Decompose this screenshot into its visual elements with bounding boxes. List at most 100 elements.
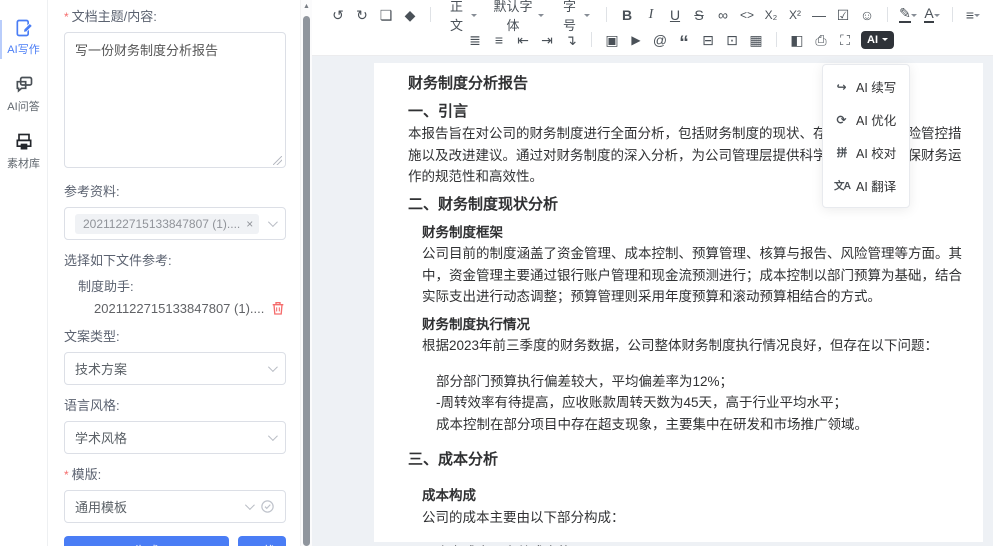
- italic-button[interactable]: I: [640, 4, 662, 26]
- superscript-icon: X²: [789, 5, 801, 25]
- line-break-button[interactable]: ↴: [560, 29, 582, 51]
- rail-item-ai-qa[interactable]: AI问答: [0, 75, 48, 114]
- check-circle-icon: [260, 499, 275, 514]
- highlight-color-button[interactable]: ✎: [897, 4, 919, 26]
- panel-scrollbar[interactable]: ▲: [300, 0, 312, 546]
- video-button[interactable]: ▶: [625, 29, 647, 51]
- redo-icon: ↻: [356, 5, 368, 25]
- printer-icon: ⎙: [815, 30, 826, 50]
- toolbar-divider: [606, 7, 607, 22]
- emoji-button[interactable]: ☺: [856, 4, 878, 26]
- underline-button[interactable]: U: [664, 4, 686, 26]
- table-button[interactable]: ▦: [745, 29, 767, 51]
- underline-icon: U: [670, 5, 680, 25]
- ai-writing-form: *文档主题/内容: 写一份财务制度分析报告 参考资料: 202112271513…: [48, 0, 300, 546]
- menu-item-ai-proofread[interactable]: 拼AI 校对: [823, 136, 909, 169]
- redo-button[interactable]: ↻: [351, 4, 373, 26]
- paragraph-style-select-value: 正文: [447, 0, 466, 34]
- topic-textarea[interactable]: 写一份财务制度分析报告: [64, 32, 286, 168]
- ai-tools-button[interactable]: AI: [861, 31, 894, 49]
- scrollbar-thumb[interactable]: [303, 16, 310, 546]
- doc-heading: 三、成本分析: [408, 449, 963, 471]
- rail-item-label: AI写作: [7, 41, 39, 57]
- outdent-icon: ⇤: [517, 30, 529, 50]
- menu-item-label: AI 翻译: [856, 176, 896, 195]
- required-mark: *: [64, 468, 69, 482]
- bold-button[interactable]: B: [616, 4, 638, 26]
- paragraph-style-select[interactable]: 正文: [439, 4, 485, 26]
- scroll-up-arrow-icon[interactable]: ▲: [301, 0, 312, 14]
- quote-button[interactable]: “: [673, 29, 695, 51]
- font-color-button[interactable]: A: [921, 4, 943, 26]
- highlight-pen-icon: ✎: [899, 6, 911, 23]
- template-select[interactable]: 通用模板: [64, 490, 286, 523]
- doc-paragraph: 部分部门预算执行偏差较大，平均偏差率为12%；: [408, 371, 963, 393]
- trash-icon[interactable]: [270, 300, 286, 316]
- code-button[interactable]: <>: [736, 4, 758, 26]
- download-button[interactable]: 下载: [238, 536, 286, 546]
- editor-canvas: 财务制度分析报告一、引言本报告旨在对公司的财务制度进行全面分析，包括财务制度的现…: [312, 56, 993, 546]
- bullet-list-button[interactable]: ≣: [464, 29, 486, 51]
- link-button[interactable]: ∞: [712, 4, 734, 26]
- attachment-button[interactable]: @: [649, 29, 671, 51]
- file-hint-label: 选择如下文件参考:: [64, 250, 286, 269]
- reference-file-row: 2021122715133847807 (1)....: [94, 300, 286, 316]
- chevron-down-icon: [268, 431, 278, 441]
- chevron-down-icon: [268, 362, 278, 372]
- clear-format-button[interactable]: ◆: [399, 4, 421, 26]
- caret-down-icon: [471, 14, 477, 20]
- app-window: AI写作 AI问答素材库 *文档主题/内容: 写一份财务制度分析报告 参考资料: …: [0, 0, 993, 546]
- menu-item-ai-optimize[interactable]: ⟳AI 优化: [823, 103, 909, 136]
- rail-item-ai-writing[interactable]: AI写作: [0, 18, 48, 57]
- quote-icon: “: [679, 39, 689, 49]
- caret-down-icon: [882, 38, 888, 44]
- caret-down-icon: [538, 14, 544, 20]
- horizontal-rule-button[interactable]: —: [808, 4, 830, 26]
- font-size-select[interactable]: 字号: [552, 4, 598, 26]
- card-view-button[interactable]: ◧: [786, 29, 808, 51]
- outdent-button[interactable]: ⇤: [512, 29, 534, 51]
- rail-item-label: 素材库: [7, 155, 40, 171]
- topic-textarea-wrap: 写一份财务制度分析报告: [64, 32, 286, 171]
- bullet-list-icon: ≣: [469, 30, 481, 50]
- proofread-icon: 拼: [834, 145, 849, 160]
- reference-label: 参考资料:: [64, 181, 286, 200]
- template-label: *模版:: [64, 464, 286, 483]
- menu-item-ai-continue[interactable]: ↪AI 续写: [823, 70, 909, 103]
- menu-item-label: AI 续写: [856, 77, 896, 96]
- align-button[interactable]: ≡: [962, 4, 984, 26]
- doc-type-select[interactable]: 技术方案: [64, 352, 286, 385]
- caret-down-icon: [974, 14, 980, 20]
- doc-paragraph: 公司的成本主要由以下部分构成：: [408, 507, 963, 529]
- divider-block-button[interactable]: ⊟: [697, 29, 719, 51]
- superscript-button[interactable]: X²: [784, 4, 806, 26]
- generate-button[interactable]: 生成: [64, 536, 229, 546]
- toolbar-row-1: ↺ ↻ ❏ ◆ 正文默认字体字号 BIUS∞<>X₂ X² — ☑ ☺ ✎ A ≡: [326, 2, 985, 27]
- font-family-select[interactable]: 默认字体: [485, 4, 552, 26]
- strikethrough-button[interactable]: S: [688, 4, 710, 26]
- toolbar-divider: [887, 7, 888, 22]
- task-list-button[interactable]: ☑: [832, 4, 854, 26]
- optimize-icon: ⟳: [834, 113, 849, 127]
- menu-item-ai-translate[interactable]: 文A AI 翻译: [823, 169, 909, 202]
- fullscreen-button[interactable]: ⛶: [834, 29, 856, 51]
- rail-item-material-library[interactable]: 素材库: [0, 132, 48, 171]
- indent-button[interactable]: ⇥: [536, 29, 558, 51]
- image-button[interactable]: ▣: [601, 29, 623, 51]
- tag-close-icon[interactable]: ×: [246, 217, 253, 231]
- eraser-icon: ◆: [405, 5, 416, 25]
- image-icon: ▣: [605, 30, 618, 50]
- page-break-button[interactable]: ⊡: [721, 29, 743, 51]
- language-style-select[interactable]: 学术风格: [64, 421, 286, 454]
- format-painter-button[interactable]: ❏: [375, 4, 397, 26]
- translate-icon: 文A: [834, 178, 849, 193]
- chevron-down-icon: [245, 500, 255, 510]
- checkbox-icon: ☑: [837, 5, 850, 25]
- undo-button[interactable]: ↺: [327, 4, 349, 26]
- subscript-button[interactable]: X₂: [760, 4, 782, 26]
- doc-heading: 财务制度框架: [408, 222, 963, 244]
- ordered-list-button[interactable]: ≡: [488, 29, 510, 51]
- reference-select[interactable]: 2021122715133847807 (1).... ×: [64, 207, 286, 240]
- library-icon: [14, 132, 34, 152]
- print-button[interactable]: ⎙: [810, 29, 832, 51]
